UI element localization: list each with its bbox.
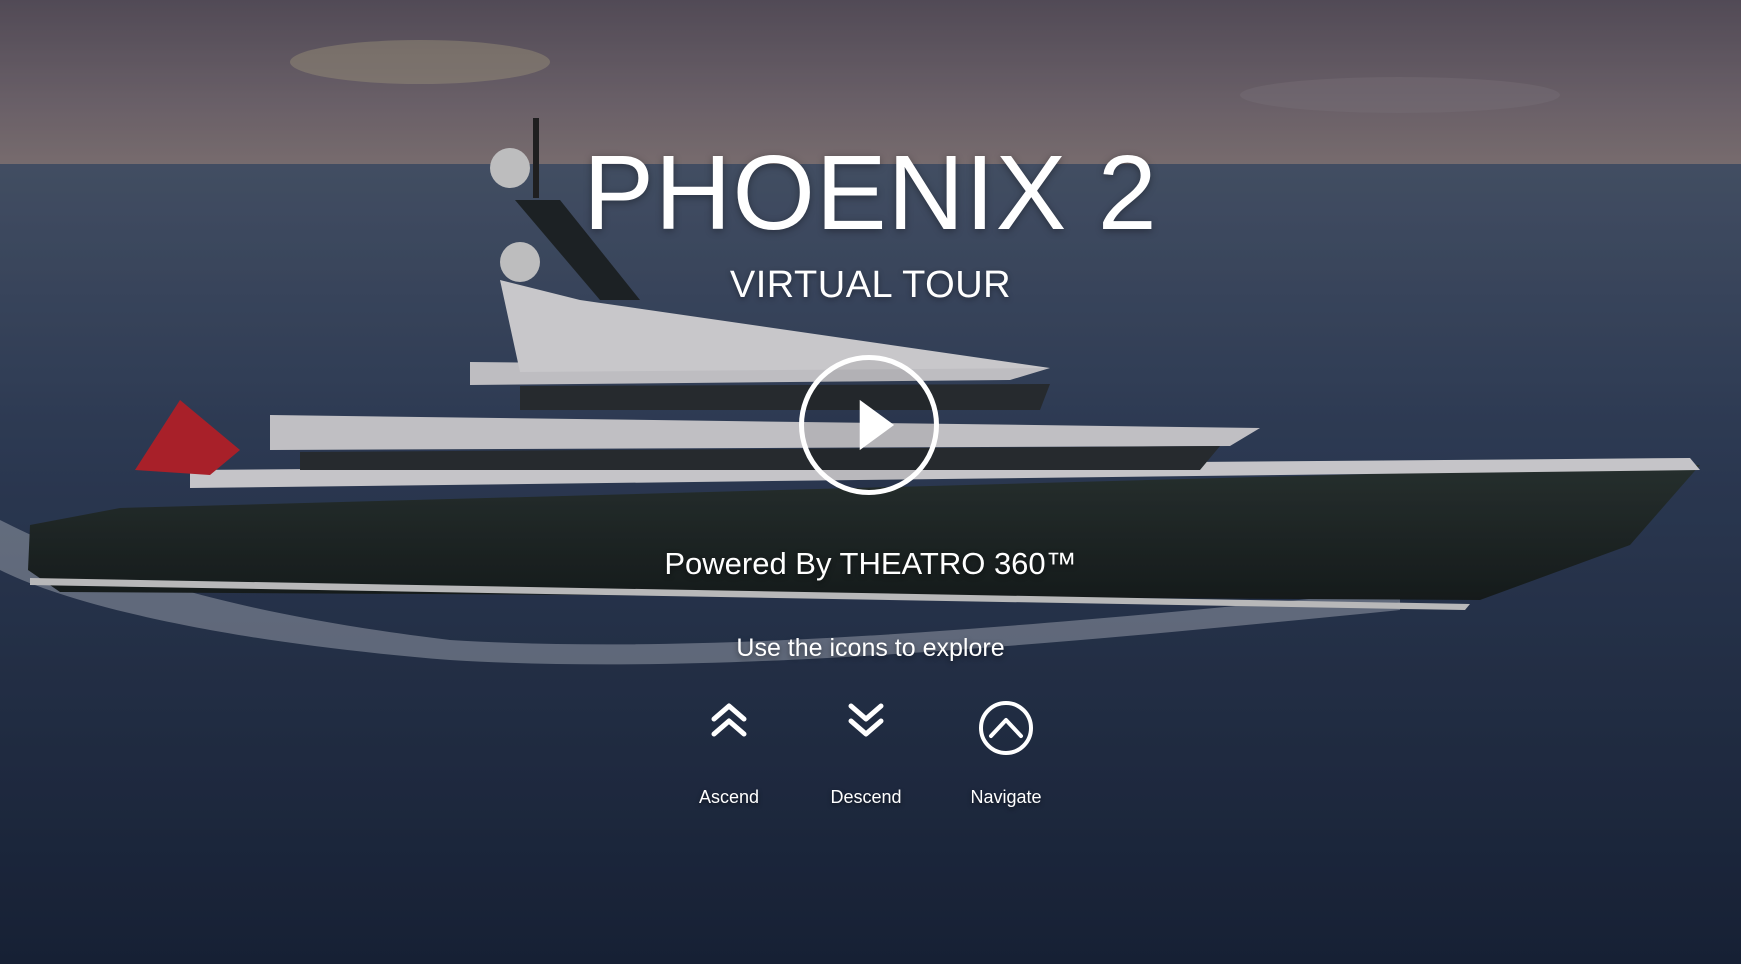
tour-subtitle: VIRTUAL TOUR	[729, 264, 1012, 306]
play-button[interactable]	[799, 355, 939, 495]
chevron-up-circle-icon	[979, 701, 1033, 755]
play-icon	[859, 399, 895, 451]
intro-panel: PHOENIX 2 VIRTUAL TOUR Powered By THEATR…	[0, 0, 1741, 964]
powered-by-text: Powered By THEATRO 360™	[664, 546, 1077, 581]
descend-label: Descend	[830, 787, 902, 807]
descend-button[interactable]: Descend	[811, 700, 921, 810]
ascend-label: Ascend	[698, 787, 760, 807]
instructions-text: Use the icons to explore	[736, 634, 1005, 662]
navigate-label: Navigate	[970, 787, 1042, 807]
double-chevron-up-icon	[711, 703, 747, 737]
double-chevron-down-icon	[848, 703, 884, 737]
tour-title: PHOENIX 2	[583, 134, 1158, 252]
navigate-button[interactable]: Navigate	[951, 700, 1061, 810]
ascend-button[interactable]: Ascend	[674, 700, 784, 810]
